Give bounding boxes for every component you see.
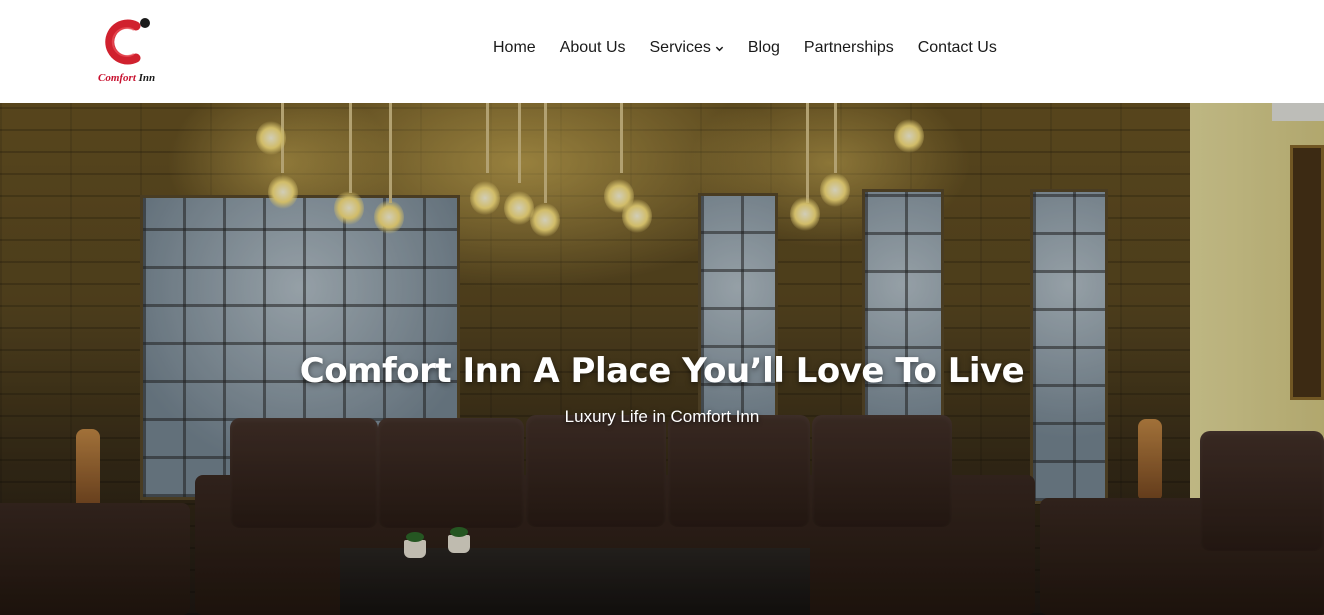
nav-item-contact-us[interactable]: Contact Us [918, 38, 997, 58]
logo-name: Comfort [98, 72, 136, 84]
site-header: Comfort Inn Home About Us Services Blog … [0, 0, 1324, 103]
nav-item-partnerships[interactable]: Partnerships [804, 38, 894, 58]
nav-item-home[interactable]: Home [493, 38, 536, 58]
nav-item-label: Home [493, 39, 536, 56]
hero-title: Comfort Inn A Place You’ll Love To Live [299, 351, 1025, 391]
site-logo[interactable]: Comfort Inn [96, 12, 162, 88]
hero-banner: Comfort Inn A Place You’ll Love To Live … [0, 103, 1324, 615]
nav-item-label: Blog [747, 39, 780, 56]
nav-item-services[interactable]: Services [650, 38, 724, 58]
main-nav: Home About Us Services Blog Partnerships… [493, 38, 997, 58]
comfort-inn-logo-icon [105, 18, 150, 65]
nav-item-about-us[interactable]: About Us [560, 38, 626, 58]
logo-wordmark: Comfort Inn [98, 72, 155, 84]
chevron-down-icon [715, 46, 724, 51]
nav-item-label: Contact Us [917, 39, 997, 56]
nav-item-label: Services [649, 39, 711, 56]
hero-subtitle: Luxury Life in Comfort Inn [564, 407, 760, 426]
logo-suffix: Inn [138, 72, 156, 84]
nav-item-blog[interactable]: Blog [748, 38, 780, 58]
nav-item-label: About Us [559, 39, 626, 56]
nav-item-label: Partnerships [803, 39, 894, 56]
